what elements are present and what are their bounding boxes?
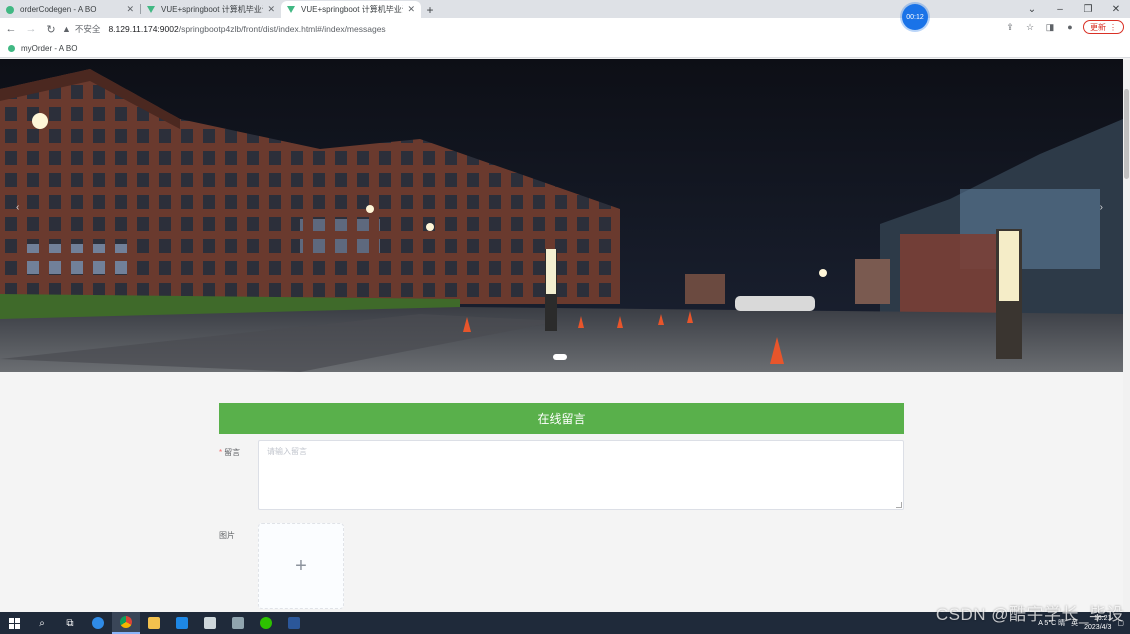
printer-icon[interactable] bbox=[196, 612, 224, 634]
back-arrow-icon[interactable]: ← bbox=[2, 20, 20, 38]
plus-icon: + bbox=[295, 554, 307, 577]
bookmarks-bar: myOrder - A BO bbox=[0, 40, 1130, 58]
carousel-indicators bbox=[553, 354, 567, 360]
carousel-next-arrow[interactable]: › bbox=[1100, 202, 1103, 213]
sidepanel-icon[interactable]: ◨ bbox=[1043, 20, 1057, 34]
tab-close-icon[interactable]: ✕ bbox=[267, 4, 275, 15]
vue-icon bbox=[287, 6, 295, 13]
chrome-icon[interactable] bbox=[112, 612, 140, 634]
media-app-icon[interactable] bbox=[168, 612, 196, 634]
tab-close-icon[interactable]: ✕ bbox=[126, 4, 134, 15]
update-label: 更新 bbox=[1090, 22, 1106, 32]
more-menu-icon: ⋮ bbox=[1109, 22, 1117, 32]
security-label[interactable]: 不安全 bbox=[75, 23, 101, 35]
task-view-icon[interactable]: ⧉ bbox=[56, 612, 84, 634]
windows-logo-icon bbox=[8, 617, 20, 629]
required-mark: * bbox=[219, 448, 223, 457]
wechat-icon[interactable] bbox=[252, 612, 280, 634]
tab-search-chevron-icon[interactable]: ⌄ bbox=[1018, 4, 1046, 15]
page-viewport: ‹ › 在线留言 * 留言 请输入留言 图片 + bbox=[0, 59, 1130, 612]
profile-icon[interactable]: ● bbox=[1063, 20, 1077, 34]
resize-handle-icon[interactable] bbox=[896, 502, 902, 508]
bookmark-item[interactable]: myOrder - A BO bbox=[21, 44, 77, 53]
update-button[interactable]: 更新 ⋮ bbox=[1083, 20, 1124, 34]
browser-tab-strip: orderCodegen - A BO ✕ VUE+springboot 计算机… bbox=[0, 0, 1130, 18]
browser-tab[interactable]: orderCodegen - A BO ✕ bbox=[0, 1, 140, 18]
browser-toolbar: ← → ↻ ▲ 不安全 8.129.11.174:9002 /springboo… bbox=[0, 18, 1130, 40]
window-controls: ⌄ – ❐ ✕ bbox=[1018, 0, 1130, 18]
forward-arrow-icon[interactable]: → bbox=[22, 20, 40, 38]
tab-title: VUE+springboot 计算机毕业设计 bbox=[301, 5, 403, 14]
message-label: 留言 bbox=[224, 448, 241, 457]
browser-tab-active[interactable]: VUE+springboot 计算机毕业设计 ✕ bbox=[281, 1, 421, 18]
url-host: 8.129.11.174:9002 bbox=[108, 24, 179, 34]
carousel-indicator[interactable] bbox=[553, 354, 567, 360]
file-explorer-icon[interactable] bbox=[140, 612, 168, 634]
csdn-watermark: CSDN @酷宇学长_毕设 bbox=[935, 605, 1124, 624]
tab-title: VUE+springboot 计算机毕业设计 bbox=[161, 5, 263, 14]
close-window-button[interactable]: ✕ bbox=[1102, 4, 1130, 15]
url-path: /springbootp4zlb/front/dist/index.html#/… bbox=[178, 24, 386, 34]
restore-button[interactable]: ❐ bbox=[1074, 4, 1102, 15]
campus-night-photo bbox=[0, 59, 1123, 372]
carousel-prev-arrow[interactable]: ‹ bbox=[16, 202, 19, 213]
toolbar-actions: ⇪ ☆ ◨ ● 更新 ⋮ bbox=[1003, 20, 1124, 34]
reload-icon[interactable]: ↻ bbox=[42, 20, 60, 38]
warning-icon[interactable]: ▲ bbox=[62, 24, 71, 34]
browser-tab[interactable]: VUE+springboot 计算机毕业设计 ✕ bbox=[141, 1, 281, 18]
new-tab-button[interactable]: + bbox=[421, 1, 439, 18]
vue-icon bbox=[147, 6, 155, 13]
message-label-wrap: * 留言 bbox=[219, 447, 240, 458]
notes-app-icon[interactable] bbox=[224, 612, 252, 634]
tab-title: orderCodegen - A BO bbox=[20, 5, 97, 14]
tab-favicon-icon bbox=[6, 5, 14, 14]
bookmark-favicon-icon bbox=[8, 45, 15, 52]
minimize-button[interactable]: – bbox=[1046, 4, 1074, 15]
image-label: 图片 bbox=[219, 531, 235, 540]
message-placeholder: 请输入留言 bbox=[267, 447, 307, 456]
share-icon[interactable]: ⇪ bbox=[1003, 20, 1017, 34]
edge-icon[interactable] bbox=[84, 612, 112, 634]
search-icon[interactable]: ⌕ bbox=[28, 612, 56, 634]
tab-close-icon[interactable]: ✕ bbox=[407, 4, 415, 15]
star-icon[interactable]: ☆ bbox=[1023, 20, 1037, 34]
address-bar[interactable]: ▲ 不安全 8.129.11.174:9002 /springbootp4zlb… bbox=[62, 20, 1002, 38]
message-form-title: 在线留言 bbox=[219, 403, 904, 434]
recording-timer-badge[interactable]: 00:12 bbox=[902, 4, 928, 30]
message-textarea[interactable]: 请输入留言 bbox=[258, 440, 904, 510]
scrollbar-thumb[interactable] bbox=[1124, 89, 1129, 179]
banner-carousel: ‹ › bbox=[0, 59, 1123, 372]
word-icon[interactable] bbox=[280, 612, 308, 634]
start-button[interactable] bbox=[0, 612, 28, 634]
image-upload-button[interactable]: + bbox=[258, 523, 344, 609]
page-scrollbar[interactable] bbox=[1123, 59, 1130, 612]
